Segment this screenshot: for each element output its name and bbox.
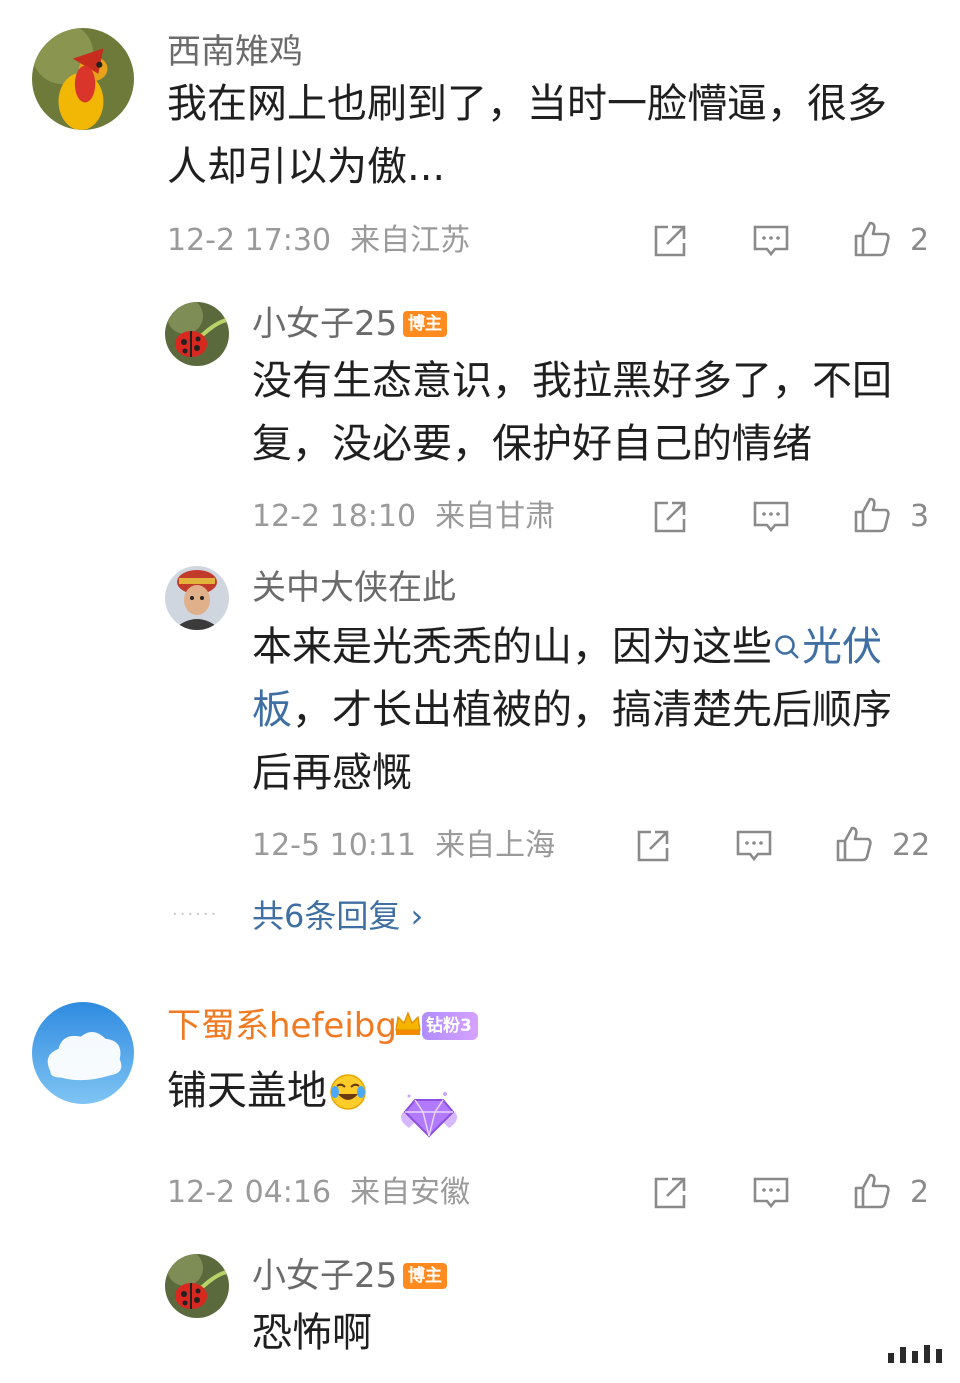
like-count: 3 — [910, 499, 930, 534]
like-icon — [854, 497, 890, 533]
share-icon — [654, 501, 686, 533]
reply-meta: 12-5 10:11 来自上海 — [252, 826, 555, 866]
watermark — [888, 1345, 942, 1363]
like-icon — [854, 221, 890, 257]
avatar-golden-pheasant[interactable] — [32, 28, 134, 130]
laugh-cry-emoji — [328, 1072, 368, 1112]
reply-location: 来自甘肃 — [435, 499, 556, 534]
comment-icon — [753, 225, 789, 257]
comment-button[interactable] — [734, 826, 774, 866]
reply-meta: 12-2 18:10 来自甘肃 — [252, 497, 555, 537]
share-icon — [637, 830, 669, 862]
reply-time: 12-2 18:10 — [252, 499, 417, 534]
reply-text-before: 本来是光秃秃的山，因为这些 — [252, 624, 772, 670]
comment-time: 12-2 17:30 — [167, 223, 332, 258]
reply-username[interactable]: 关中大侠在此 — [252, 566, 456, 610]
reply-username[interactable]: 小女子25 — [252, 302, 397, 346]
comment-icon — [753, 501, 789, 533]
share-icon — [654, 225, 686, 257]
reply-text-after: ，才长出植被的，搞清楚先后顺序后再感慨 — [252, 687, 892, 796]
comment-icon — [753, 1177, 789, 1209]
blogger-badge: 博主 — [403, 311, 447, 337]
avatar-cloud[interactable] — [32, 1002, 134, 1104]
like-count: 2 — [910, 1175, 930, 1210]
avatar-warrior[interactable] — [165, 566, 229, 630]
comment-button[interactable] — [751, 497, 791, 537]
comment-meta: 12-2 04:16 来自安徽 — [167, 1173, 470, 1213]
reply-text: 恐怖啊 — [252, 1310, 372, 1356]
comment-button[interactable] — [751, 1173, 791, 1213]
share-button[interactable] — [650, 497, 690, 537]
comment-text: 我在网上也刷到了，当时一脸懵逼，很多人却引以为傲... — [167, 81, 887, 190]
blogger-badge: 博主 — [403, 1263, 447, 1289]
comment-text-body: 铺天盖地 — [167, 1068, 327, 1114]
reply-location: 来自上海 — [435, 828, 556, 863]
comment-icon — [736, 830, 772, 862]
crown-icon — [393, 1008, 423, 1038]
like-button[interactable] — [852, 1171, 892, 1211]
reply-username[interactable]: 小女子25 — [252, 1254, 397, 1298]
comment-location: 来自安徽 — [350, 1175, 471, 1210]
reply-text: 没有生态意识，我拉黑好多了，不回复，没必要，保护好自己的情绪 — [252, 358, 892, 467]
share-icon — [654, 1177, 686, 1209]
comment-time: 12-2 04:16 — [167, 1175, 332, 1210]
share-button[interactable] — [650, 221, 690, 261]
avatar-ladybug[interactable] — [165, 302, 229, 366]
like-button[interactable] — [852, 495, 892, 535]
fan-badge: 钻粉3 — [422, 1012, 478, 1040]
reply-time: 12-5 10:11 — [252, 828, 417, 863]
share-button[interactable] — [633, 826, 673, 866]
like-icon — [836, 826, 872, 862]
more-replies-link[interactable]: 共6条回复 › — [252, 894, 423, 938]
comment-username[interactable]: 下蜀系hefeibg — [167, 1004, 397, 1048]
like-count: 2 — [910, 223, 930, 258]
more-replies-dots: ······ — [172, 904, 219, 925]
comment-location: 来自江苏 — [350, 223, 471, 258]
like-button[interactable] — [852, 219, 892, 259]
avatar-ladybug[interactable] — [165, 1254, 229, 1318]
comment-meta: 12-2 17:30 来自江苏 — [167, 221, 470, 261]
search-icon — [775, 635, 799, 659]
reply-text: 本来是光秃秃的山，因为这些 光伏板，才长出植被的，搞清楚先后顺序后再感慨 — [252, 616, 922, 805]
like-button[interactable] — [834, 824, 874, 864]
diamond-sticker — [395, 1086, 463, 1142]
comment-button[interactable] — [751, 221, 791, 261]
like-icon — [854, 1173, 890, 1209]
like-count: 22 — [892, 828, 931, 863]
comment-username[interactable]: 西南雉鸡 — [167, 30, 303, 74]
share-button[interactable] — [650, 1173, 690, 1213]
